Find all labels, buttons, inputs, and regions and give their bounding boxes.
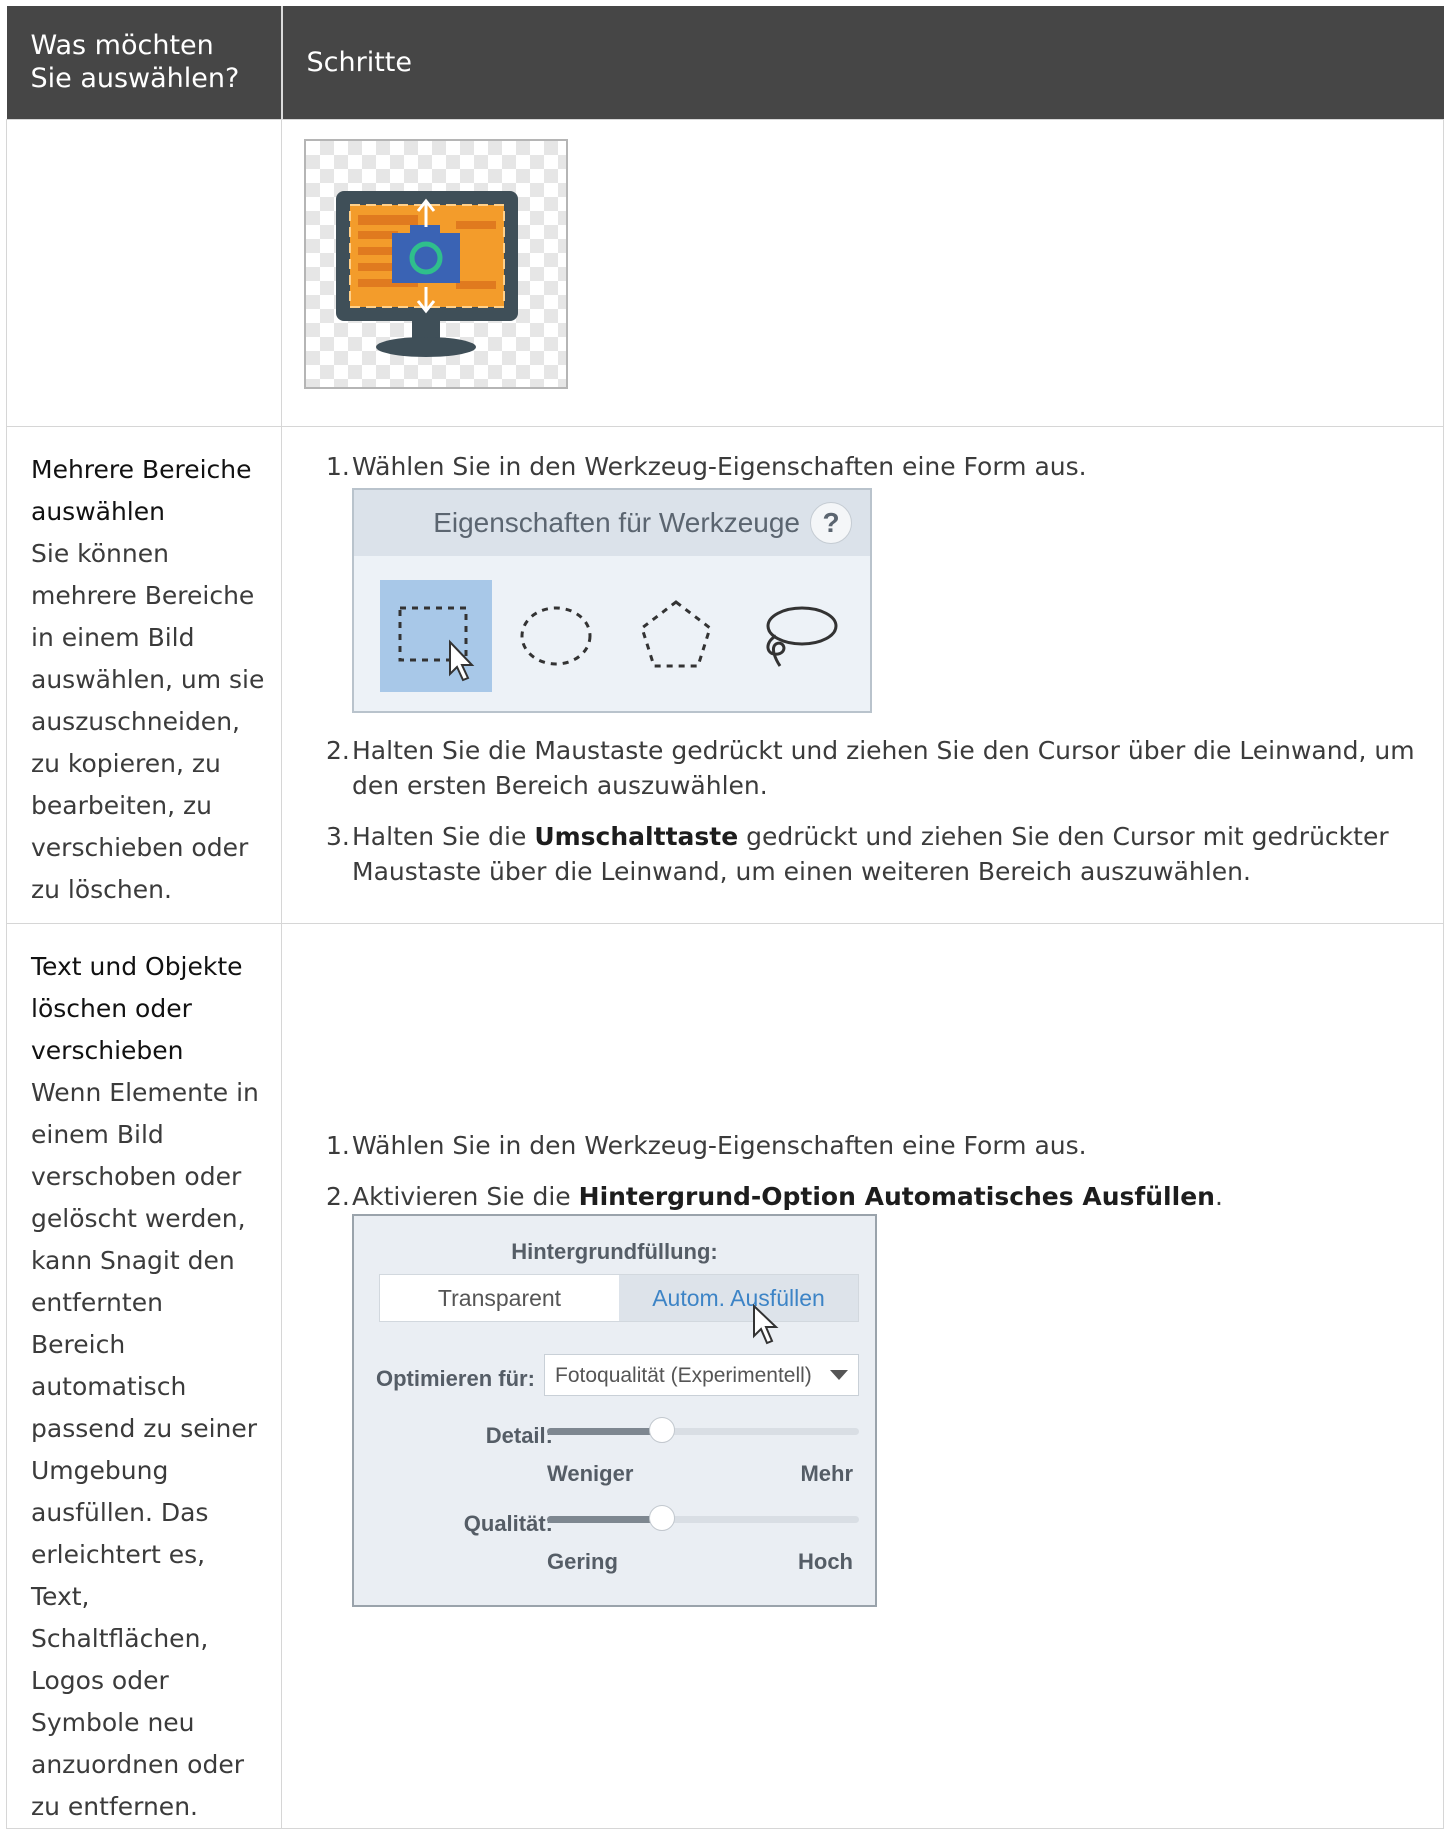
- polygon-select-icon[interactable]: [620, 580, 732, 692]
- row-description: Sie können mehrere Bereiche in einem Bil…: [31, 538, 265, 904]
- list-item: 1. Wählen Sie in den Werkzeug-Eigenschaf…: [282, 449, 1443, 713]
- row-description-cell: Mehrere Bereiche auswählen Sie können me…: [6, 425, 282, 924]
- step-keyword: Umschalttaste: [534, 821, 739, 851]
- empty-cell: [6, 118, 282, 427]
- step-number: 3.: [326, 821, 350, 851]
- quality-max-label: Hoch: [798, 1549, 853, 1574]
- list-item: 2. Halten Sie die Maustaste gedrückt und…: [282, 733, 1443, 803]
- quality-label: Qualität:: [463, 1511, 553, 1536]
- rectangle-select-icon[interactable]: [380, 579, 492, 692]
- mouse-cursor-icon: [752, 1303, 782, 1356]
- table-row: [6, 118, 1444, 427]
- table-row: Mehrere Bereiche auswählen Sie können me…: [6, 425, 1444, 924]
- monitor-camera-resize-icon: [304, 138, 568, 389]
- detail-min-label: Weniger: [547, 1461, 634, 1486]
- step-text: Wählen Sie in den Werkzeug-Eigenschaften…: [352, 451, 1087, 481]
- fill-mode-toggle: Transparent Autom. Ausfüllen: [379, 1274, 859, 1322]
- tool-properties-title: Eigenschaften für Werkzeuge: [433, 507, 800, 538]
- list-item: 1. Wählen Sie in den Werkzeug-Eigenschaf…: [282, 1128, 1443, 1163]
- step-number: 1.: [326, 451, 350, 481]
- steps-list: 1. Wählen Sie in den Werkzeug-Eigenschaf…: [282, 427, 1443, 889]
- optimize-select-value: Fotoqualität (Experimentell): [555, 1363, 812, 1387]
- auto-fill-option[interactable]: Autom. Ausfüllen: [619, 1275, 858, 1321]
- background-fill-title: Hintergrundfüllung:: [511, 1239, 718, 1264]
- row-description-cell: Text und Objekte löschen oder verschiebe…: [6, 922, 282, 1829]
- step-text-post: .: [1214, 1182, 1223, 1211]
- tool-properties-header: Eigenschaften für Werkzeuge ?: [354, 489, 870, 556]
- row-title: Text und Objekte löschen oder verschiebe…: [31, 951, 243, 1065]
- ellipse-select-icon[interactable]: [500, 580, 612, 692]
- list-item: 3. Halten Sie die Umschalttaste gedrückt…: [282, 819, 1443, 889]
- detail-slider-fill: [547, 1428, 663, 1435]
- step-number: 2.: [326, 1182, 350, 1211]
- step-number: 1.: [326, 1131, 350, 1160]
- detail-slider-knob[interactable]: [649, 1417, 676, 1443]
- header-steps: Schritte: [281, 6, 1444, 119]
- steps-table: Was möchten Sie auswählen? Schritte Mehr…: [6, 6, 1444, 1829]
- row-title: Mehrere Bereiche auswählen: [31, 454, 252, 526]
- steps-cell: 1. Wählen Sie in den Werkzeug-Eigenschaf…: [281, 922, 1444, 1829]
- lasso-select-icon[interactable]: [740, 580, 852, 692]
- detail-label: Detail:: [485, 1423, 553, 1448]
- step-keyword: Hintergrund-Option Automatisches Ausfüll…: [578, 1182, 1215, 1211]
- table-header-row: Was möchten Sie auswählen? Schritte: [6, 6, 1444, 119]
- step-text-pre: Halten Sie die: [352, 821, 535, 851]
- quality-slider-fill: [547, 1516, 663, 1523]
- optimize-select[interactable]: Fotoqualität (Experimentell): [544, 1354, 859, 1396]
- step-text-pre: Aktivieren Sie die: [352, 1182, 579, 1211]
- image-cell: [281, 118, 1444, 427]
- row-description: Wenn Elemente in einem Bild verschoben o…: [31, 1077, 259, 1821]
- detail-max-label: Mehr: [800, 1461, 853, 1486]
- step-text: Halten Sie die Maustaste gedrückt und zi…: [352, 735, 1415, 800]
- optimize-label: Optimieren für:: [376, 1366, 535, 1391]
- list-item: 2. Aktivieren Sie die Hintergrund-Option…: [282, 1179, 1443, 1607]
- chevron-down-icon: [830, 1370, 848, 1380]
- steps-cell: 1. Wählen Sie in den Werkzeug-Eigenschaf…: [281, 425, 1444, 924]
- selection-shapes: [380, 579, 860, 692]
- quality-slider[interactable]: [547, 1505, 859, 1531]
- detail-slider[interactable]: [547, 1417, 859, 1443]
- tool-properties-panel: Eigenschaften für Werkzeuge ?: [352, 487, 872, 713]
- quality-slider-knob[interactable]: [649, 1505, 676, 1531]
- transparent-option[interactable]: Transparent: [380, 1275, 619, 1321]
- step-number: 2.: [326, 735, 350, 765]
- steps-list: 1. Wählen Sie in den Werkzeug-Eigenschaf…: [282, 1128, 1443, 1607]
- help-button[interactable]: ?: [810, 501, 852, 544]
- header-what-to-select: Was möchten Sie auswählen?: [6, 6, 283, 119]
- step-text: Wählen Sie in den Werkzeug-Eigenschaften…: [352, 1131, 1087, 1160]
- quality-min-label: Gering: [547, 1549, 618, 1574]
- table-row: Text und Objekte löschen oder verschiebe…: [6, 922, 1444, 1829]
- background-fill-panel: Hintergrundfüllung: Transparent Autom. A…: [352, 1214, 877, 1607]
- steps-table-wrapper: Was möchten Sie auswählen? Schritte Mehr…: [6, 6, 1444, 1829]
